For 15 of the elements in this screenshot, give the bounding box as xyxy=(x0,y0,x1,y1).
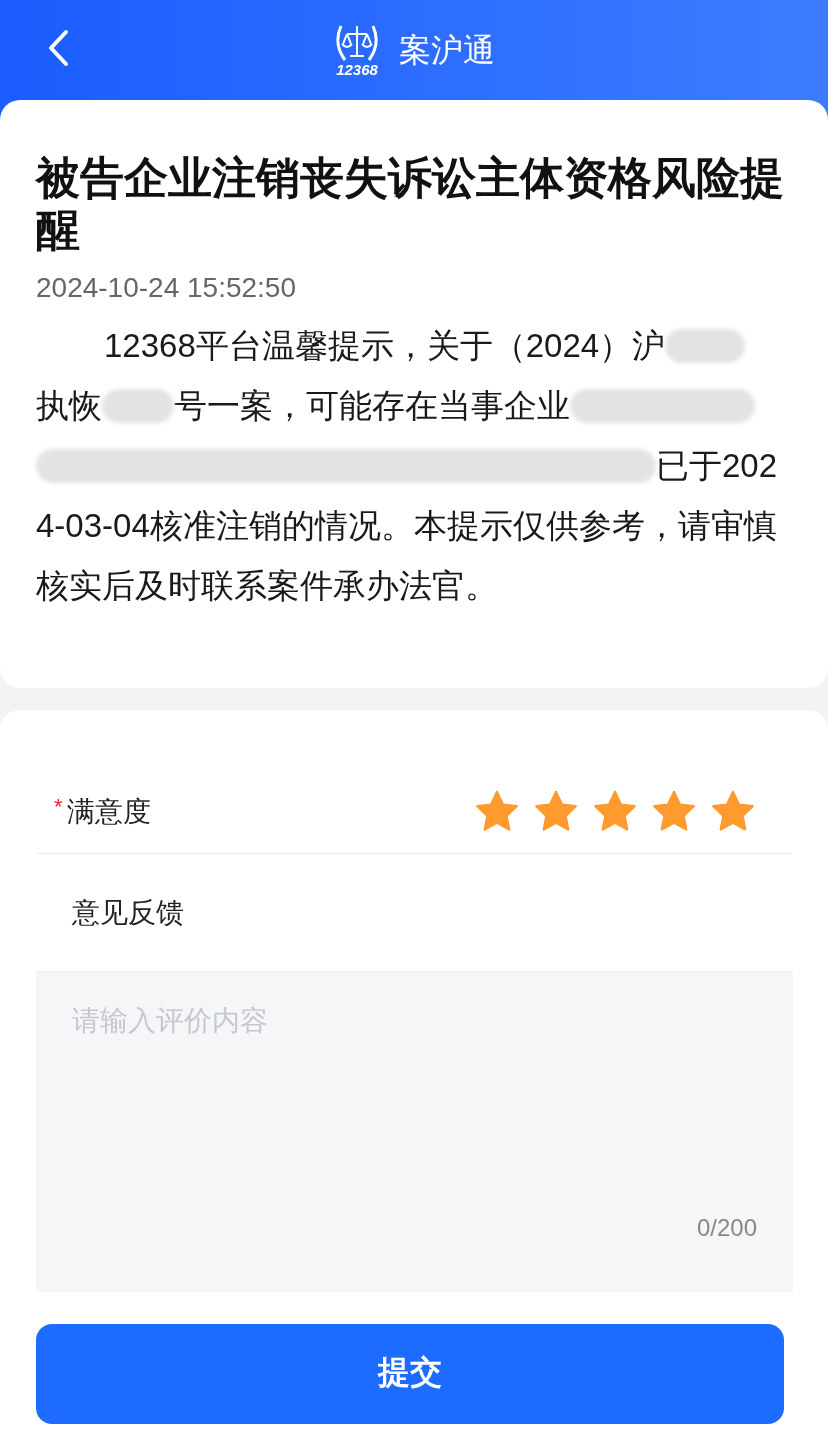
body-text: 执恢 xyxy=(36,386,102,426)
app-title: 案沪通 xyxy=(399,31,495,70)
body-text: 号一案，可能存在当事企业 xyxy=(174,386,570,426)
notice-time: 2024-10-24 15:52:50 xyxy=(36,271,297,305)
body-text: 4-03-04核准注销的情况。本提示仅供参考，请审慎核实后及时联系案件承办法官。 xyxy=(36,506,778,606)
redaction-blur xyxy=(102,389,174,423)
notice-title: 被告企业注销丧失诉讼主体资格风险提醒 xyxy=(36,152,785,256)
char-counter: 0/200 xyxy=(696,1213,757,1243)
rating-label: 满意度 xyxy=(66,794,151,829)
body-text: 12368平台温馨提示，关于（2024）沪 xyxy=(104,326,666,366)
feedback-label: 意见反馈 xyxy=(72,895,184,930)
required-mark: * xyxy=(54,792,63,821)
logo-text: 12368 xyxy=(336,62,378,78)
body-text: 已于202 xyxy=(656,446,778,486)
submit-button[interactable]: 提交 xyxy=(36,1324,784,1424)
